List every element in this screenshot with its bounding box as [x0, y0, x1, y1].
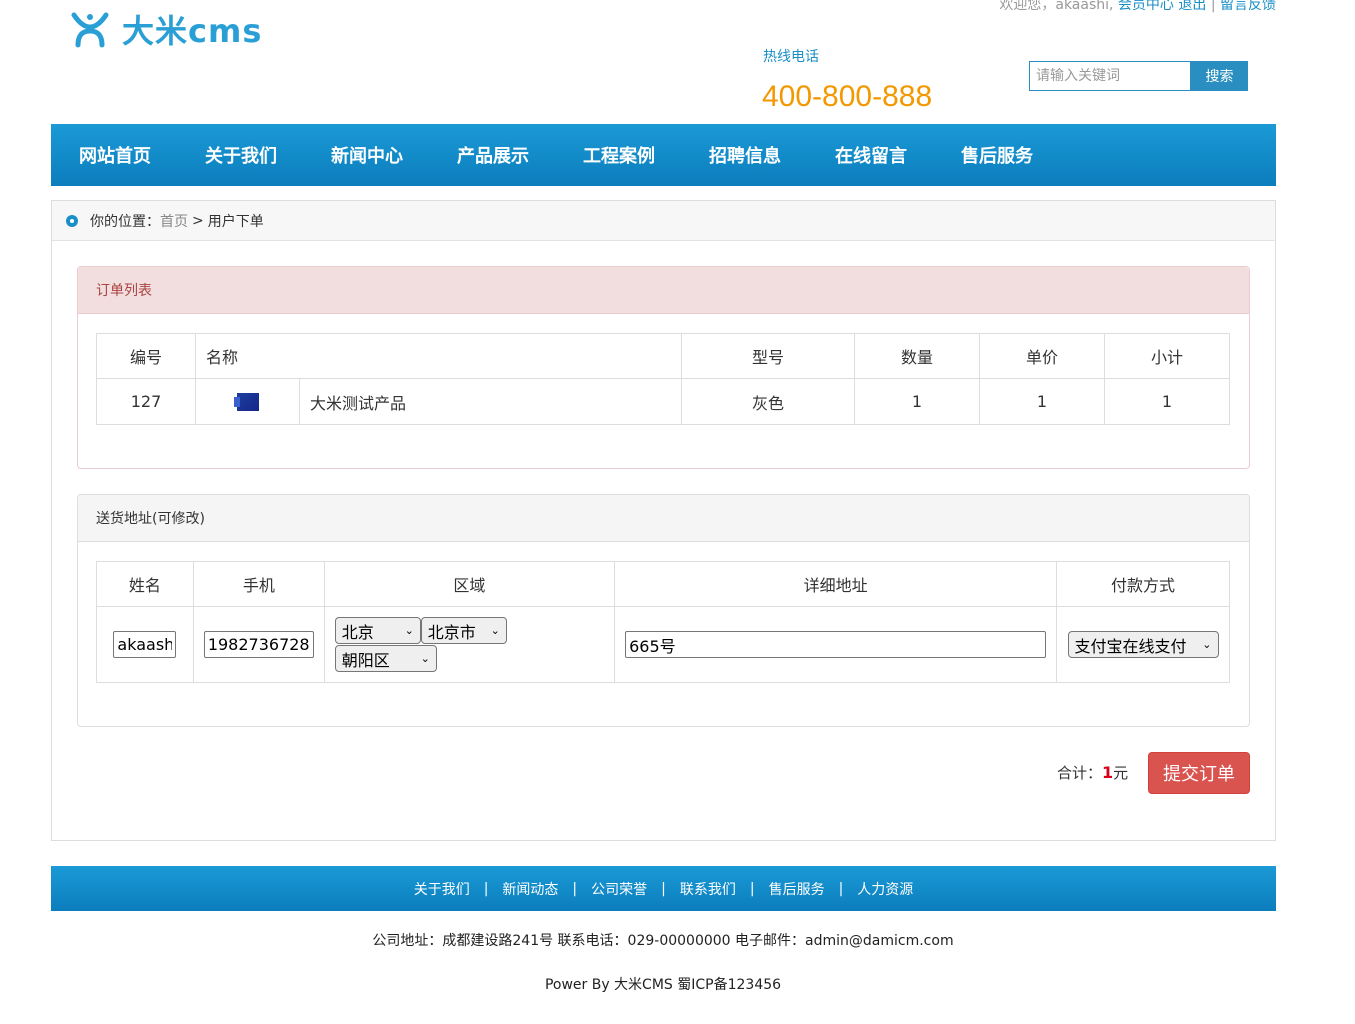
order-id: 127	[96, 378, 196, 425]
chevron-down-icon: ⌄	[404, 624, 414, 637]
product-price: 1	[979, 378, 1105, 425]
product-subtotal: 1	[1104, 378, 1230, 425]
footer-power-line: Power By 大米CMS 蜀ICP备123456	[544, 977, 782, 993]
district-select[interactable]: 朝阳区 ⌄	[334, 645, 437, 672]
nav-item-products[interactable]: 产品展示	[457, 142, 555, 168]
order-total: 合计：1元	[1057, 762, 1128, 783]
col-phone: 手机	[192, 561, 325, 607]
col-address: 详细地址	[614, 561, 1058, 607]
total-unit: 元	[1113, 764, 1129, 782]
address-row: 北京⌄北京市⌄ 朝阳区⌄ 支付宝在线支付⌄	[96, 606, 1230, 683]
order-table-header: 编号 名称 型号 数量 单价 小计	[96, 333, 1230, 379]
nav-item-jobs[interactable]: 招聘信息	[709, 142, 807, 168]
search-button[interactable]: 搜索	[1191, 61, 1248, 91]
breadcrumb-current: 用户下单	[207, 213, 264, 230]
footer-link-hr[interactable]: 人力资源	[857, 879, 913, 899]
footer-nav: 关于我们 | 新闻动态 | 公司荣誉 | 联系我们 | 售后服务 | 人力资源	[51, 866, 1276, 911]
chevron-down-icon: ⌄	[420, 652, 430, 665]
col-model: 型号	[681, 333, 855, 379]
main-content: 你的位置： 首页 > 用户下单 订单列表 编号 名称 型号 数量 单价 小计 1…	[51, 200, 1276, 841]
footer-separator: |	[661, 880, 666, 897]
hotline-label: 热线电话	[763, 49, 819, 65]
product-model: 灰色	[681, 378, 855, 425]
logo-mark-icon	[71, 12, 109, 48]
footer-link-service[interactable]: 售后服务	[769, 879, 825, 899]
nav-item-service[interactable]: 售后服务	[961, 142, 1059, 168]
top-user-links: 欢迎您，akaashi, 会员中心 退出 | 留言反馈	[999, 0, 1276, 14]
product-thumbnail[interactable]	[195, 378, 300, 425]
receiver-name-field[interactable]	[113, 631, 177, 658]
chevron-down-icon: ⌄	[490, 624, 500, 637]
footer-link-about[interactable]: 关于我们	[414, 879, 470, 899]
breadcrumb: 你的位置： 首页 > 用户下单	[52, 201, 1275, 241]
product-qty: 1	[854, 378, 980, 425]
footer-link-honors[interactable]: 公司荣誉	[591, 879, 647, 899]
total-amount: 1	[1102, 763, 1114, 782]
feedback-link[interactable]: 留言反馈	[1220, 0, 1276, 13]
breadcrumb-prefix: 你的位置：	[90, 213, 160, 230]
table-row: 127 大米测试产品 灰色 1 1 1	[96, 378, 1230, 425]
footer-separator: |	[483, 880, 489, 897]
nav-item-about[interactable]: 关于我们	[205, 142, 303, 168]
total-label: 合计：	[1057, 764, 1103, 782]
payment-select[interactable]: 支付宝在线支付 ⌄	[1067, 631, 1219, 658]
footer-link-news[interactable]: 新闻动态	[502, 879, 558, 899]
search-input[interactable]	[1029, 61, 1191, 91]
site-header: 大米cms 欢迎您，akaashi, 会员中心 退出 | 留言反馈 热线电话 4…	[0, 0, 1355, 124]
address-table: 姓名 手机 区域 详细地址 付款方式 北京⌄北京市⌄ 朝阳区⌄	[96, 561, 1230, 683]
nav-item-home[interactable]: 网站首页	[79, 142, 177, 168]
nav-item-message[interactable]: 在线留言	[835, 142, 933, 168]
col-receiver-name: 姓名	[96, 561, 194, 607]
order-list-title: 订单列表	[78, 267, 1249, 314]
logout-link[interactable]: 退出	[1178, 0, 1206, 13]
address-panel-title: 送货地址(可修改)	[78, 495, 1249, 542]
footer-address-line: 公司地址：成都建设路241号 联系电话：029-00000000 电子邮件：ad…	[372, 933, 954, 949]
welcome-text: 欢迎您，akaashi,	[999, 0, 1114, 13]
hotline-number: 400-800-888	[762, 80, 933, 113]
order-table: 编号 名称 型号 数量 单价 小计 127 大米测试产品 灰色 1 1 1	[96, 333, 1230, 425]
footer-separator: |	[838, 880, 844, 897]
col-subtotal: 小计	[1104, 333, 1230, 379]
submit-order-button[interactable]: 提交订单	[1148, 752, 1250, 794]
nav-item-cases[interactable]: 工程案例	[583, 142, 681, 168]
footer-link-contact[interactable]: 联系我们	[680, 879, 736, 899]
col-qty: 数量	[854, 333, 980, 379]
top-links-divider: |	[1210, 0, 1216, 13]
col-region: 区域	[323, 561, 616, 607]
phone-field[interactable]	[203, 631, 314, 658]
breadcrumb-home-link[interactable]: 首页	[160, 211, 188, 231]
product-name: 大米测试产品	[299, 378, 682, 425]
location-icon	[66, 214, 78, 227]
order-list-panel: 订单列表 编号 名称 型号 数量 单价 小计 127 大米测试产品 灰色 1 1…	[77, 266, 1250, 469]
col-name: 名称	[195, 333, 682, 379]
member-center-link[interactable]: 会员中心	[1118, 0, 1174, 13]
address-table-header: 姓名 手机 区域 详细地址 付款方式	[96, 561, 1230, 607]
site-logo[interactable]: 大米cms	[70, 6, 262, 52]
col-id: 编号	[96, 333, 196, 379]
product-image-icon	[233, 393, 259, 412]
city-select[interactable]: 北京市 ⌄	[420, 617, 507, 644]
province-select[interactable]: 北京 ⌄	[334, 617, 421, 644]
footer-separator: |	[572, 880, 578, 897]
nav-item-news[interactable]: 新闻中心	[331, 142, 429, 168]
address-panel: 送货地址(可修改) 姓名 手机 区域 详细地址 付款方式 北京⌄北京市⌄ 朝阳区…	[77, 494, 1250, 727]
col-payment: 付款方式	[1056, 561, 1230, 607]
breadcrumb-separator: >	[192, 212, 204, 229]
col-price: 单价	[979, 333, 1105, 379]
chevron-down-icon: ⌄	[1202, 638, 1212, 651]
footer-separator: |	[749, 880, 755, 897]
search-box: 搜索	[1029, 61, 1248, 91]
address-field[interactable]	[625, 631, 1047, 658]
main-nav: 网站首页 关于我们 新闻中心 产品展示 工程案例 招聘信息 在线留言 售后服务	[51, 124, 1276, 186]
logo-text: 大米cms	[122, 12, 263, 50]
